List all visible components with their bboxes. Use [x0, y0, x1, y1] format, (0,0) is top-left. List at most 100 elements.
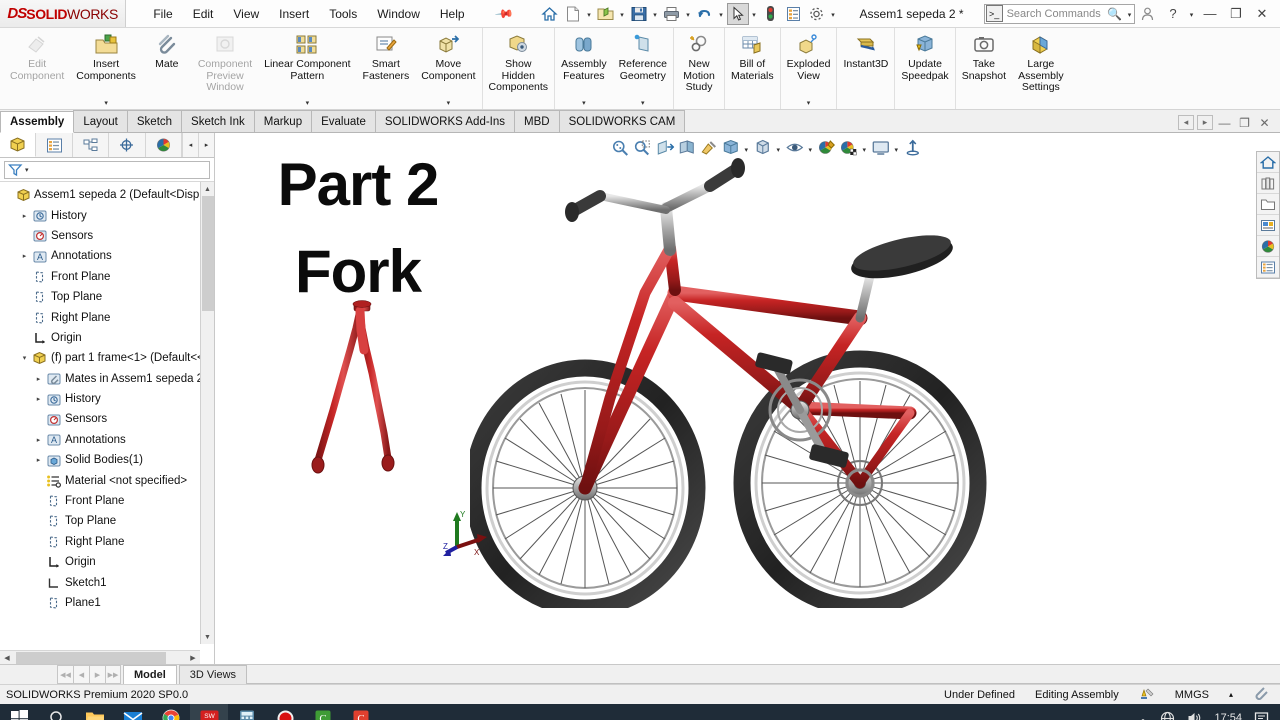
- new-document-caret[interactable]: ▾: [585, 4, 594, 24]
- select-button[interactable]: [726, 2, 749, 25]
- app-red-taskbar-button[interactable]: C: [342, 704, 380, 720]
- expand-arrow-icon[interactable]: ▸: [18, 252, 31, 260]
- design-library-button[interactable]: [1257, 173, 1279, 194]
- save-button[interactable]: [628, 3, 650, 25]
- exploded-view-button[interactable]: Exploded View ▾: [781, 28, 837, 109]
- minimize-document-button[interactable]: —: [1216, 115, 1233, 130]
- tree-item[interactable]: Top Plane: [0, 287, 214, 307]
- tree-item[interactable]: ▸ A Annotations: [0, 430, 214, 450]
- assembly-features-caret[interactable]: ▾: [582, 99, 586, 109]
- scroll-up-button[interactable]: ▲: [201, 182, 214, 196]
- tree-item[interactable]: ▸ Mates in Assem1 sepeda 2: [0, 369, 214, 389]
- take-snapshot-button[interactable]: Take Snapshot: [956, 28, 1012, 109]
- print-caret[interactable]: ▾: [684, 4, 693, 24]
- print-button[interactable]: [661, 3, 683, 25]
- view-setting-caret[interactable]: ▾: [742, 137, 751, 158]
- help-caret[interactable]: ▾: [1187, 4, 1196, 24]
- expand-arrow-icon[interactable]: ▸: [32, 395, 45, 403]
- tree-item[interactable]: ▸ A Annotations: [0, 246, 214, 266]
- notification-bubble-icon[interactable]: [1249, 704, 1274, 720]
- save-caret[interactable]: ▾: [651, 4, 660, 24]
- apply-scene-button[interactable]: [816, 137, 837, 158]
- feature-manager-tab[interactable]: [0, 133, 37, 157]
- bicycle-assembly-model[interactable]: [470, 158, 1110, 608]
- view-palette-button[interactable]: [1257, 215, 1279, 236]
- reference-geometry-caret[interactable]: ▾: [641, 99, 645, 109]
- next-document-button[interactable]: ▸: [1197, 115, 1213, 130]
- menu-item-view[interactable]: View: [224, 3, 268, 25]
- clock-label[interactable]: 17:54: [1209, 704, 1247, 720]
- solidworks-taskbar-button[interactable]: SW2020: [190, 704, 228, 720]
- insert-components-button[interactable]: Insert Components ▾: [70, 28, 142, 109]
- move-component-caret[interactable]: ▾: [447, 99, 451, 109]
- app-green-taskbar-button[interactable]: C: [304, 704, 342, 720]
- undo-caret[interactable]: ▾: [717, 4, 726, 24]
- units-label[interactable]: MMGS: [1175, 689, 1209, 701]
- hide-show-eye-icon[interactable]: [784, 137, 805, 158]
- tab-scroll-right-button[interactable]: ▸: [198, 133, 214, 157]
- menu-item-tools[interactable]: Tools: [320, 3, 366, 25]
- display-manager-tab[interactable]: [146, 133, 183, 157]
- smart-fasteners-button[interactable]: Smart Fasteners: [357, 28, 416, 109]
- instant3d-button[interactable]: Instant3D: [837, 28, 894, 109]
- restore-document-button[interactable]: ❐: [1236, 115, 1253, 130]
- paint-brush-icon[interactable]: [698, 137, 719, 158]
- tree-vertical-scrollbar[interactable]: ▲ ▼: [200, 182, 214, 644]
- tree-item[interactable]: Material <not specified>: [0, 470, 214, 490]
- start-button[interactable]: [0, 704, 38, 720]
- display-style-caret[interactable]: ▾: [774, 137, 783, 158]
- tab-solidworks-add-ins[interactable]: SOLIDWORKS Add-Ins: [374, 110, 516, 132]
- view-orientation-button[interactable]: [676, 137, 697, 158]
- tree-item[interactable]: ▾ (f) part 1 frame<1> (Default<<: [0, 348, 214, 368]
- file-properties-button[interactable]: [783, 3, 805, 25]
- select-caret[interactable]: ▾: [750, 4, 759, 24]
- component-preview-window-button[interactable]: Component Preview Window: [192, 28, 258, 109]
- scroll-right-button[interactable]: ▶: [186, 654, 200, 662]
- mate-button[interactable]: Mate: [142, 28, 192, 109]
- bottom-tab-model[interactable]: Model: [123, 665, 177, 684]
- prev-tab-button[interactable]: ◀: [73, 665, 89, 684]
- tab-layout[interactable]: Layout: [73, 110, 128, 132]
- tab-assembly[interactable]: Assembly: [0, 111, 75, 133]
- options-gear-icon[interactable]: [806, 3, 828, 25]
- linear-component-pattern-caret[interactable]: ▾: [306, 99, 310, 109]
- first-tab-button[interactable]: ◀◀: [57, 665, 73, 684]
- graphics-viewport[interactable]: ▾ ▾ ▾ ▾ ▾ Part 2 Fork Y Z X: [215, 133, 1280, 664]
- tree-item[interactable]: ▸ Solid Bodies(1): [0, 450, 214, 470]
- tab-sketch-ink[interactable]: Sketch Ink: [181, 110, 255, 132]
- insert-components-caret[interactable]: ▾: [104, 99, 108, 109]
- tab-mbd[interactable]: MBD: [514, 110, 560, 132]
- menu-item-file[interactable]: File: [144, 3, 181, 25]
- update-speedpak-button[interactable]: Update Speedpak: [895, 28, 954, 109]
- scroll-left-button[interactable]: ◀: [0, 654, 14, 662]
- menu-item-insert[interactable]: Insert: [270, 3, 318, 25]
- bill-of-materials-button[interactable]: Bill of Materials: [725, 28, 780, 109]
- expand-arrow-icon[interactable]: ▸: [32, 456, 45, 464]
- large-assembly-settings-button[interactable]: Large Assembly Settings: [1012, 28, 1070, 109]
- restore-window-button[interactable]: ❐: [1224, 3, 1248, 25]
- mail-taskbar-button[interactable]: [114, 704, 152, 720]
- tree-item[interactable]: Sensors: [0, 226, 214, 246]
- appearances-caret[interactable]: ▾: [860, 137, 869, 158]
- zoom-to-area-button[interactable]: [632, 137, 653, 158]
- expand-arrow-icon[interactable]: ▸: [18, 212, 31, 220]
- view-setting-button[interactable]: [720, 137, 741, 158]
- new-document-button[interactable]: [562, 3, 584, 25]
- tab-markup[interactable]: Markup: [253, 110, 313, 132]
- new-motion-study-button[interactable]: New Motion Study: [674, 28, 724, 109]
- undo-button[interactable]: [694, 3, 716, 25]
- close-document-button[interactable]: ✕: [1256, 115, 1273, 130]
- open-document-button[interactable]: [595, 3, 617, 25]
- rebuild-button[interactable]: [760, 3, 782, 25]
- calculator-taskbar-button[interactable]: [228, 704, 266, 720]
- show-hidden-components-button[interactable]: Show Hidden Components: [483, 28, 555, 109]
- tree-item[interactable]: Assem1 sepeda 2 (Default<Display: [0, 185, 214, 205]
- filter-caret[interactable]: ▾: [25, 166, 29, 174]
- speaker-icon[interactable]: [1182, 704, 1207, 720]
- minimize-window-button[interactable]: —: [1198, 3, 1222, 25]
- search-commands-box[interactable]: >_ Search Commands 🔍 ▾: [983, 3, 1135, 24]
- viewport-layout-caret[interactable]: ▾: [892, 137, 901, 158]
- appearances-palette-icon[interactable]: [838, 137, 859, 158]
- search-caret[interactable]: ▾: [1125, 4, 1134, 24]
- previous-document-button[interactable]: ◂: [1178, 115, 1194, 130]
